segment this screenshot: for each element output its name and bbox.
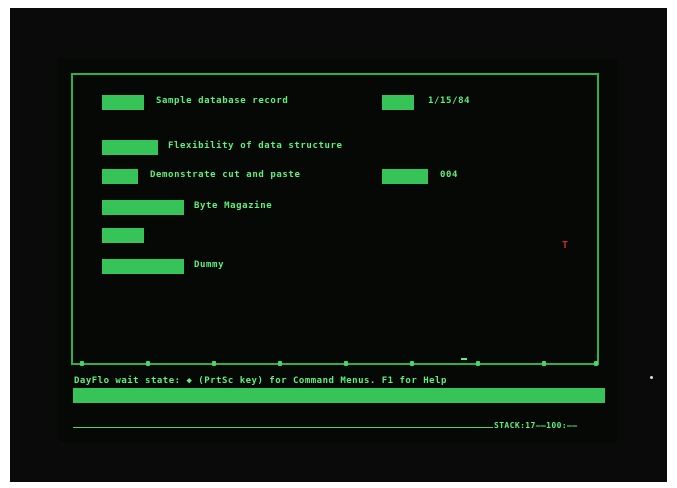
record-field4-label: Byte Magazine (194, 201, 273, 211)
field-box-dummy[interactable] (102, 259, 184, 274)
ruler-tick (476, 361, 480, 366)
record-field6-label: Dummy (194, 260, 225, 270)
text-cursor-icon: T (562, 240, 569, 251)
ruler-tick (146, 361, 150, 366)
ruler-line (71, 363, 599, 365)
record-date-label: 1/15/84 (428, 96, 471, 106)
ruler-tick (542, 361, 546, 366)
footer-rule (73, 427, 493, 428)
crt-screen: Sample database record 1/15/84 Flexibili… (58, 58, 618, 442)
stack-indicator: STACK:17——100:—— (494, 421, 578, 430)
ruler-tick (212, 361, 216, 366)
cursor-dash (461, 358, 467, 360)
field-box-empty[interactable] (102, 228, 144, 243)
record-field2-label: Flexibility of data structure (168, 141, 343, 151)
ruler-tick (410, 361, 414, 366)
ruler-tick (594, 361, 598, 366)
record-title-label: Sample database record (156, 96, 289, 106)
ruler-tick (278, 361, 282, 366)
ruler-tick (80, 361, 84, 366)
status-prompt: DayFlo wait state: ◆ (PrtSc key) for Com… (74, 376, 447, 386)
command-bar[interactable] (73, 388, 605, 403)
record-code-label: 004 (440, 170, 459, 180)
record-window (71, 73, 599, 365)
record-field3-label: Demonstrate cut and paste (150, 170, 301, 180)
field-box-demonstrate[interactable] (102, 169, 138, 184)
field-box-date[interactable] (382, 95, 414, 110)
ruler-tick (344, 361, 348, 366)
photo-speck (650, 376, 653, 379)
field-box-code[interactable] (382, 169, 428, 184)
field-box-byte[interactable] (102, 200, 184, 215)
field-box-flexibility[interactable] (102, 140, 158, 155)
field-box-title[interactable] (102, 95, 144, 110)
